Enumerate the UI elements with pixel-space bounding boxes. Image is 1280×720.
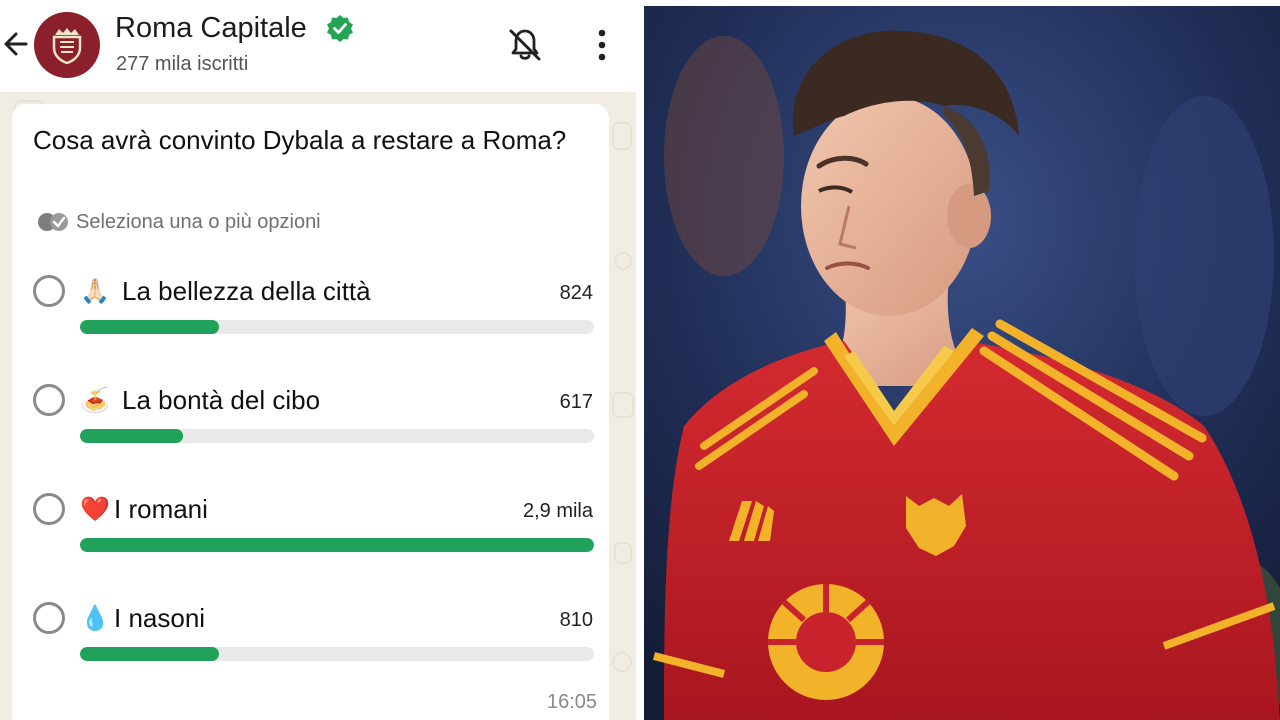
channel-avatar[interactable]: [34, 12, 100, 78]
poll-option-count: 2,9 mila: [522, 500, 593, 522]
poll-question: Cosa avrà convinto Dybala a restare a Ro…: [33, 125, 567, 155]
poll-option[interactable]: 💧 I nasoni 810: [0, 602, 636, 682]
red-heart-icon: ❤️: [80, 496, 110, 523]
vote-bar-fill: [80, 538, 594, 552]
vote-bar-fill: [80, 320, 219, 334]
back-arrow-icon[interactable]: [2, 26, 30, 62]
radio-button[interactable]: [33, 493, 65, 525]
poll-option[interactable]: 🙏🏻 La bellezza della città 824: [0, 275, 636, 355]
vote-bar-fill: [80, 647, 219, 661]
poll-option-label: La bellezza della città: [122, 276, 371, 306]
roma-crest-icon: [52, 28, 82, 64]
poll-option[interactable]: 🍝 La bontà del cibo 617: [0, 384, 636, 464]
spaghetti-icon: 🍝: [80, 387, 110, 414]
poll-option-count: 824: [559, 282, 593, 304]
collage-divider: [636, 0, 644, 720]
sponsor-logo: [768, 584, 884, 700]
praying-hands-icon: 🙏🏻: [80, 278, 110, 305]
vote-bar-fill: [80, 429, 183, 443]
player-photo: [644, 6, 1280, 720]
poll-option-count: 810: [559, 609, 593, 631]
more-vert-icon[interactable]: [590, 28, 614, 62]
channel-name[interactable]: Roma Capitale: [115, 12, 307, 45]
radio-button[interactable]: [33, 384, 65, 416]
poll-option-label: La bontà del cibo: [122, 385, 321, 415]
vote-bar: [80, 320, 594, 334]
poll-option-count: 617: [559, 391, 593, 413]
subscriber-count: 277 mila iscritti: [116, 53, 249, 75]
whatsapp-channel-screen: Roma Capitale 277 mila iscritti Cosa avr…: [0, 0, 636, 720]
poll-option[interactable]: ❤️ I romani 2,9 mila: [0, 493, 636, 573]
droplet-icon: 💧: [80, 605, 110, 632]
player-illustration: [644, 6, 1280, 720]
radio-button[interactable]: [33, 602, 65, 634]
poll-hint: Seleziona una o più opzioni: [76, 211, 321, 233]
player-ear: [947, 184, 991, 248]
vote-bar: [80, 429, 594, 443]
poll-option-label: I romani: [114, 494, 208, 524]
poll-option-label: I nasoni: [114, 603, 206, 633]
radio-button[interactable]: [33, 275, 65, 307]
vote-bar: [80, 538, 594, 552]
message-timestamp: 16:05: [547, 691, 598, 713]
verified-badge-icon: [327, 15, 353, 42]
channel-header: Roma Capitale 277 mila iscritti: [0, 0, 636, 92]
vote-bar: [80, 647, 594, 661]
notifications-off-icon[interactable]: [506, 26, 544, 64]
double-check-icon: [38, 213, 68, 231]
